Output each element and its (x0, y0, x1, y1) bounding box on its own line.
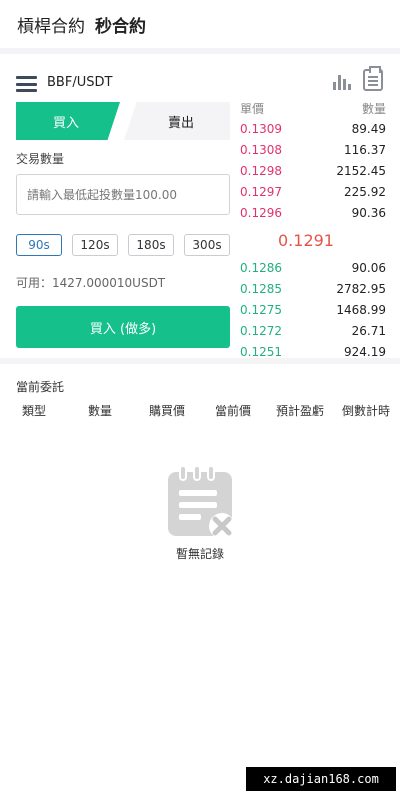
bid-price: 0.1251 (240, 344, 282, 359)
column-current-price: 當前價 (215, 404, 252, 418)
bid-row: 0.1285 2782.95 (240, 278, 386, 299)
bid-price: 0.1285 (240, 281, 282, 296)
section-divider (0, 358, 400, 364)
column-estimated-pnl: 預計盈虧 (276, 404, 325, 418)
bid-row: 0.1275 1468.99 (240, 299, 386, 320)
column-type: 類型 (22, 404, 47, 418)
bid-row: 0.1286 90.06 (240, 257, 386, 278)
ask-price: 0.1297 (240, 184, 282, 199)
quantity-input[interactable] (16, 174, 230, 215)
menu-icon[interactable] (16, 76, 37, 92)
duration-option-120s[interactable]: 120s (72, 234, 118, 256)
quantity-header: 數量 (361, 102, 386, 116)
ask-quantity: 225.92 (344, 184, 386, 199)
column-buy-price: 購買價 (149, 404, 186, 418)
bid-price: 0.1286 (240, 260, 282, 275)
bid-quantity: 924.19 (344, 344, 386, 359)
order-book-header: 單價 數量 (240, 100, 386, 118)
current-orders-title: 當前委託 (16, 380, 65, 394)
ask-quantity: 90.36 (351, 205, 386, 220)
bid-quantity: 2782.95 (336, 281, 386, 296)
ask-price: 0.1298 (240, 163, 282, 178)
buy-long-button[interactable]: 買入 (做多) (16, 306, 230, 348)
ask-quantity: 2152.45 (336, 163, 386, 178)
pair-bar: BBF/USDT (0, 64, 400, 104)
duration-selector: 90s 120s 180s 300s (16, 234, 230, 256)
tab-second-contract[interactable]: 秒合約 (95, 12, 146, 37)
ask-quantity: 89.49 (351, 121, 386, 136)
buy-tab[interactable]: 買入 (16, 102, 120, 140)
ask-row: 0.1308 116.37 (240, 139, 386, 160)
bid-price: 0.1275 (240, 302, 282, 317)
column-quantity: 數量 (88, 404, 113, 418)
bid-quantity: 1468.99 (336, 302, 386, 317)
empty-records-icon (168, 466, 235, 539)
ask-row: 0.1298 2152.45 (240, 160, 386, 181)
bid-price: 0.1272 (240, 323, 282, 338)
duration-option-90s[interactable]: 90s (16, 234, 62, 256)
ask-price: 0.1296 (240, 205, 282, 220)
price-header: 單價 (240, 102, 265, 116)
clipboard-icon[interactable] (363, 66, 383, 91)
contract-tabs: 槓桿合約 秒合約 (0, 0, 400, 48)
tab-leverage-contract[interactable]: 槓桿合約 (17, 12, 85, 37)
bid-row: 0.1272 26.71 (240, 320, 386, 341)
section-divider (0, 48, 400, 54)
side-tabs: 買入 賣出 (16, 102, 230, 140)
sell-tab[interactable]: 賣出 (124, 102, 230, 140)
ask-quantity: 116.37 (344, 142, 386, 157)
ask-price: 0.1309 (240, 121, 282, 136)
ask-row: 0.1297 225.92 (240, 181, 386, 202)
orders-table-header: 類型 數量 購買價 當前價 預計盈虧 倒數計時 (0, 402, 400, 418)
quantity-label: 交易數量 (16, 152, 65, 166)
duration-option-180s[interactable]: 180s (128, 234, 174, 256)
duration-option-300s[interactable]: 300s (184, 234, 230, 256)
available-balance: 可用：1427.000010USDT (16, 276, 166, 290)
last-price: 0.1291 (278, 230, 334, 250)
bid-quantity: 90.06 (351, 260, 386, 275)
pair-name[interactable]: BBF/USDT (47, 75, 112, 90)
empty-records-text: 暫無記錄 (175, 547, 224, 561)
ask-row: 0.1309 89.49 (240, 118, 386, 139)
order-book: 單價 數量 0.1309 89.49 0.1308 116.37 0.1298 215… (240, 100, 386, 362)
watermark: xz.dajian168.com (246, 767, 396, 791)
ask-price: 0.1308 (240, 142, 282, 157)
ask-row: 0.1296 90.36 (240, 202, 386, 223)
bid-quantity: 26.71 (351, 323, 386, 338)
column-countdown: 倒數計時 (342, 404, 391, 418)
chart-icon[interactable] (333, 72, 351, 90)
